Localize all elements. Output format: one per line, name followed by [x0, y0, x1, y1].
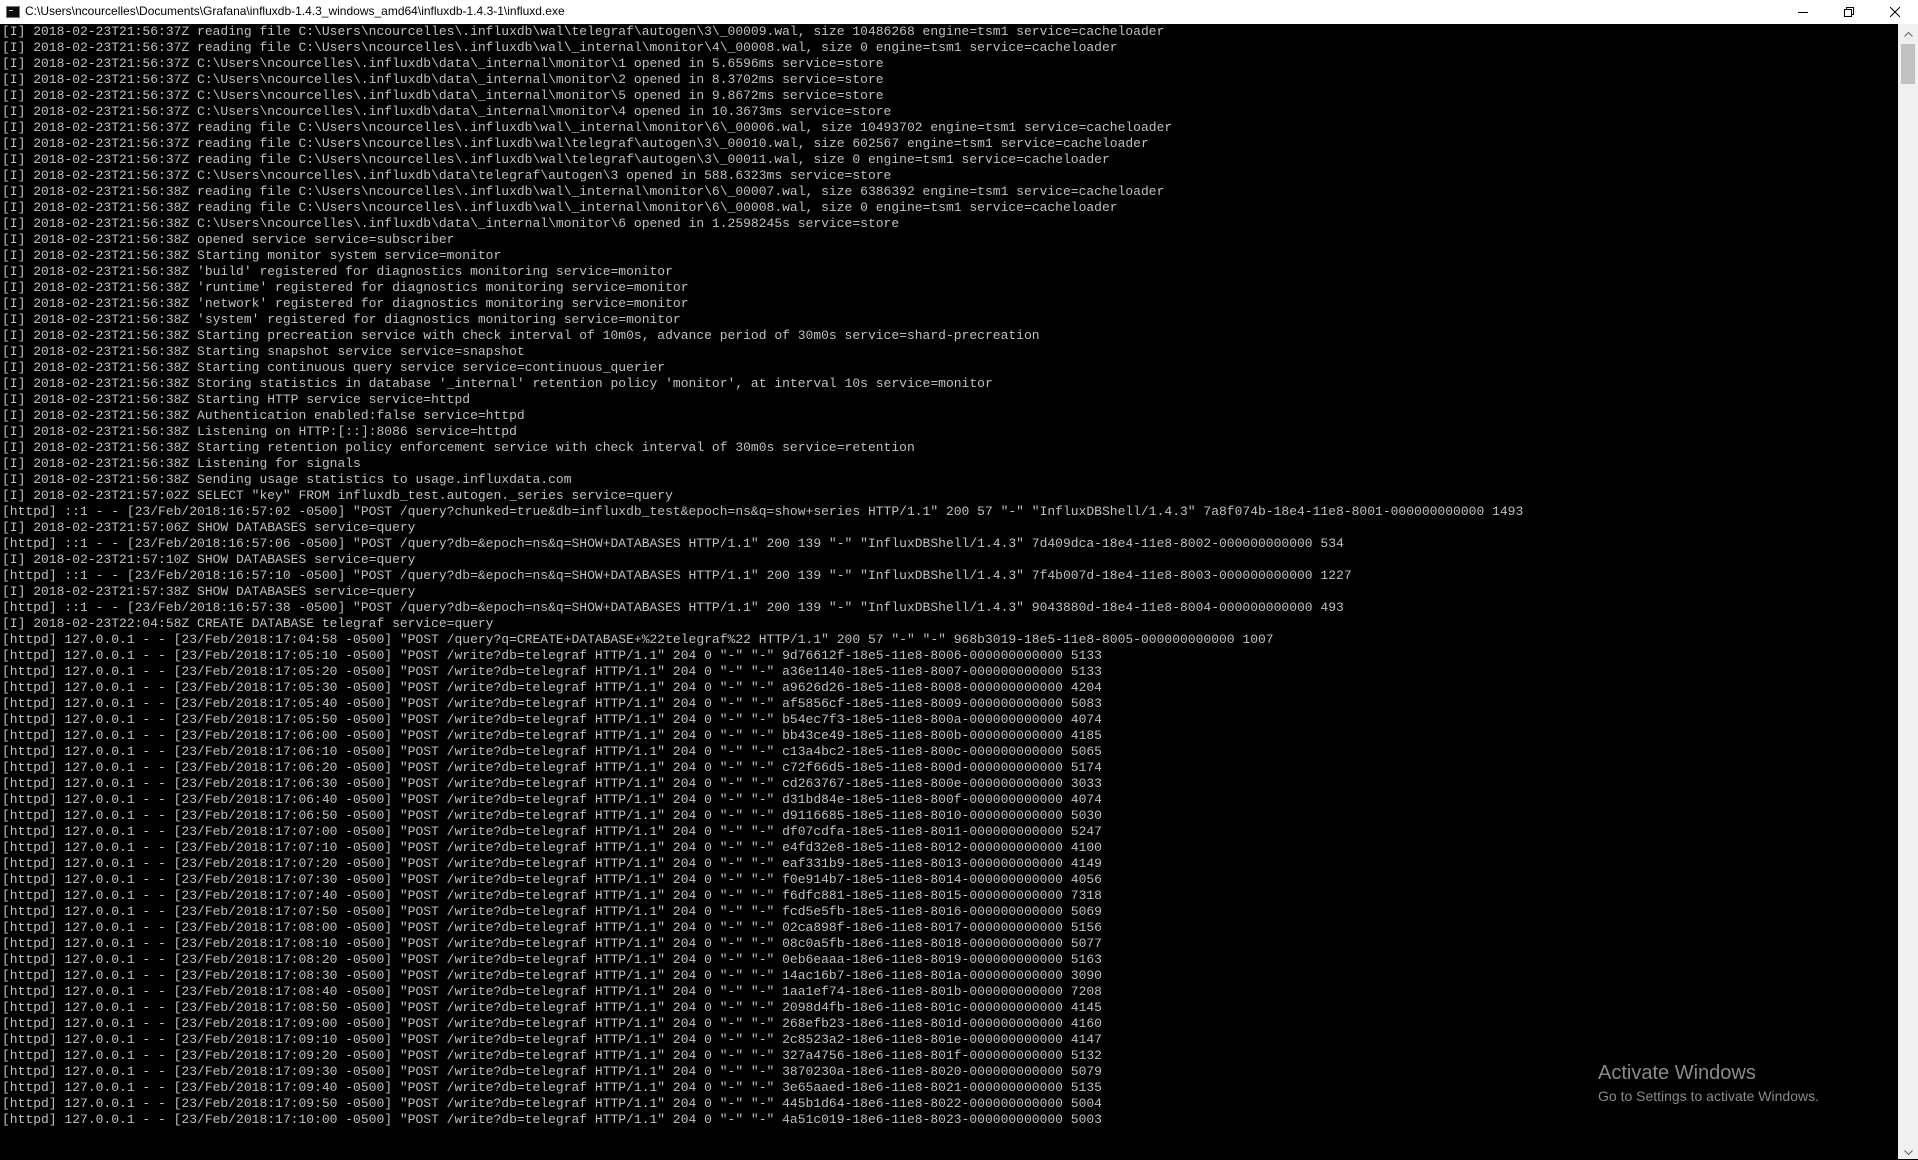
- log-line: [I] 2018-02-23T21:56:38Z Starting snapsh…: [2, 344, 525, 359]
- log-line: [I] 2018-02-23T21:56:38Z reading file C:…: [2, 200, 1118, 215]
- log-line: [I] 2018-02-23T21:56:38Z 'build' registe…: [2, 264, 673, 279]
- log-line: [I] 2018-02-23T21:57:38Z SHOW DATABASES …: [2, 584, 416, 599]
- log-line: [I] 2018-02-23T21:56:38Z Storing statist…: [2, 376, 993, 391]
- minimize-icon: [1798, 7, 1808, 17]
- log-line: [httpd] 127.0.0.1 - - [23/Feb/2018:17:07…: [2, 840, 1102, 855]
- scroll-up-arrow-icon: [1903, 24, 1913, 42]
- log-line: [I] 2018-02-23T21:56:37Z reading file C:…: [2, 24, 1165, 39]
- log-line: [httpd] 127.0.0.1 - - [23/Feb/2018:17:09…: [2, 1096, 1102, 1111]
- log-line: [httpd] 127.0.0.1 - - [23/Feb/2018:17:08…: [2, 952, 1102, 967]
- log-line: [I] 2018-02-23T21:56:37Z reading file C:…: [2, 40, 1118, 55]
- log-line: [httpd] 127.0.0.1 - - [23/Feb/2018:17:07…: [2, 824, 1102, 839]
- log-line: [I] 2018-02-23T21:56:37Z reading file C:…: [2, 152, 1110, 167]
- log-line: [I] 2018-02-23T21:56:38Z Sending usage s…: [2, 472, 572, 487]
- log-line: [httpd] 127.0.0.1 - - [23/Feb/2018:17:09…: [2, 1048, 1102, 1063]
- log-line: [I] 2018-02-23T21:57:02Z SELECT "key" FR…: [2, 488, 673, 503]
- log-line: [httpd] ::1 - - [23/Feb/2018:16:57:38 -0…: [2, 600, 1344, 615]
- scroll-down-arrow-icon: [1903, 1142, 1913, 1160]
- watermark-subtitle: Go to Settings to activate Windows.: [1598, 1088, 1819, 1104]
- log-line: [httpd] 127.0.0.1 - - [23/Feb/2018:17:06…: [2, 744, 1102, 759]
- log-line: [I] 2018-02-23T21:56:37Z reading file C:…: [2, 120, 1173, 135]
- log-line: [I] 2018-02-23T21:56:38Z C:\Users\ncourc…: [2, 216, 900, 231]
- log-line: [I] 2018-02-23T21:56:38Z Starting precre…: [2, 328, 1040, 343]
- log-line: [I] 2018-02-23T21:56:37Z C:\Users\ncourc…: [2, 56, 884, 71]
- log-line: [httpd] 127.0.0.1 - - [23/Feb/2018:17:05…: [2, 648, 1102, 663]
- log-line: [I] 2018-02-23T21:56:38Z Starting contin…: [2, 360, 666, 375]
- console-window: C:\Users\ncourcelles\Documents\Grafana\i…: [0, 0, 1918, 1159]
- watermark-title: Activate Windows: [1598, 1062, 1756, 1084]
- log-line: [I] 2018-02-23T21:56:38Z Listening on HT…: [2, 424, 517, 439]
- log-line: [httpd] 127.0.0.1 - - [23/Feb/2018:17:07…: [2, 888, 1102, 903]
- log-line: [httpd] 127.0.0.1 - - [23/Feb/2018:17:05…: [2, 712, 1102, 727]
- log-line: [httpd] 127.0.0.1 - - [23/Feb/2018:17:07…: [2, 904, 1102, 919]
- console-app-icon[interactable]: [6, 6, 20, 18]
- log-line: [httpd] ::1 - - [23/Feb/2018:16:57:10 -0…: [2, 568, 1352, 583]
- log-line: [I] 2018-02-23T21:56:38Z 'network' regis…: [2, 296, 689, 311]
- log-line: [httpd] 127.0.0.1 - - [23/Feb/2018:17:08…: [2, 984, 1102, 999]
- log-line: [I] 2018-02-23T21:56:38Z Starting HTTP s…: [2, 392, 471, 407]
- log-line: [httpd] 127.0.0.1 - - [23/Feb/2018:17:06…: [2, 776, 1102, 791]
- console-output[interactable]: [I] 2018-02-23T21:56:37Z reading file C:…: [0, 24, 1898, 1159]
- log-line: [I] 2018-02-23T21:57:10Z SHOW DATABASES …: [2, 552, 416, 567]
- log-line: [httpd] 127.0.0.1 - - [23/Feb/2018:17:09…: [2, 1032, 1102, 1047]
- log-line: [I] 2018-02-23T21:56:38Z Starting retent…: [2, 440, 915, 455]
- log-line: [I] 2018-02-23T21:56:38Z Starting monito…: [2, 248, 502, 263]
- log-line: [httpd] 127.0.0.1 - - [23/Feb/2018:17:05…: [2, 664, 1102, 679]
- scroll-down-button[interactable]: [1898, 1142, 1918, 1159]
- log-line: [I] 2018-02-23T21:56:37Z C:\Users\ncourc…: [2, 88, 884, 103]
- title-bar[interactable]: C:\Users\ncourcelles\Documents\Grafana\i…: [0, 0, 1918, 24]
- log-line: [I] 2018-02-23T21:56:38Z Listening for s…: [2, 456, 361, 471]
- window-title: C:\Users\ncourcelles\Documents\Grafana\i…: [25, 4, 565, 18]
- log-line: [httpd] 127.0.0.1 - - [23/Feb/2018:17:09…: [2, 1016, 1102, 1031]
- log-line: [httpd] 127.0.0.1 - - [23/Feb/2018:17:08…: [2, 968, 1102, 983]
- activate-windows-watermark: Activate Windows Go to Settings to activ…: [1598, 1060, 1819, 1106]
- restore-icon: [1844, 7, 1854, 17]
- log-line: [httpd] 127.0.0.1 - - [23/Feb/2018:17:08…: [2, 920, 1102, 935]
- log-line: [httpd] 127.0.0.1 - - [23/Feb/2018:17:07…: [2, 856, 1102, 871]
- close-button[interactable]: [1872, 0, 1918, 24]
- log-line: [I] 2018-02-23T21:56:38Z 'system' regist…: [2, 312, 681, 327]
- log-line: [httpd] 127.0.0.1 - - [23/Feb/2018:17:05…: [2, 696, 1102, 711]
- log-line: [I] 2018-02-23T22:04:58Z CREATE DATABASE…: [2, 616, 494, 631]
- log-line: [httpd] 127.0.0.1 - - [23/Feb/2018:17:06…: [2, 728, 1102, 743]
- log-line: [httpd] 127.0.0.1 - - [23/Feb/2018:17:06…: [2, 792, 1102, 807]
- log-line: [httpd] ::1 - - [23/Feb/2018:16:57:02 -0…: [2, 504, 1524, 519]
- log-line: [httpd] 127.0.0.1 - - [23/Feb/2018:17:07…: [2, 872, 1102, 887]
- log-line: [httpd] 127.0.0.1 - - [23/Feb/2018:17:05…: [2, 680, 1102, 695]
- log-line: [httpd] 127.0.0.1 - - [23/Feb/2018:17:08…: [2, 936, 1102, 951]
- restore-button[interactable]: [1826, 0, 1872, 24]
- log-lines: [I] 2018-02-23T21:56:37Z reading file C:…: [2, 24, 1523, 1128]
- scroll-up-button[interactable]: [1898, 24, 1918, 41]
- log-line: [httpd] 127.0.0.1 - - [23/Feb/2018:17:09…: [2, 1080, 1102, 1095]
- log-line: [httpd] ::1 - - [23/Feb/2018:16:57:06 -0…: [2, 536, 1344, 551]
- log-line: [I] 2018-02-23T21:56:37Z C:\Users\ncourc…: [2, 72, 884, 87]
- scrollbar-thumb[interactable]: [1901, 44, 1915, 84]
- log-line: [I] 2018-02-23T21:56:37Z C:\Users\ncourc…: [2, 168, 892, 183]
- log-line: [I] 2018-02-23T21:56:38Z Authentication …: [2, 408, 525, 423]
- close-icon: [1890, 7, 1900, 17]
- log-line: [I] 2018-02-23T21:57:06Z SHOW DATABASES …: [2, 520, 416, 535]
- vertical-scrollbar[interactable]: [1898, 24, 1918, 1159]
- log-line: [httpd] 127.0.0.1 - - [23/Feb/2018:17:04…: [2, 632, 1274, 647]
- log-line: [I] 2018-02-23T21:56:38Z 'runtime' regis…: [2, 280, 689, 295]
- log-line: [I] 2018-02-23T21:56:38Z opened service …: [2, 232, 455, 247]
- log-line: [httpd] 127.0.0.1 - - [23/Feb/2018:17:08…: [2, 1000, 1102, 1015]
- log-line: [httpd] 127.0.0.1 - - [23/Feb/2018:17:09…: [2, 1064, 1102, 1079]
- log-line: [httpd] 127.0.0.1 - - [23/Feb/2018:17:10…: [2, 1112, 1102, 1127]
- minimize-button[interactable]: [1780, 0, 1826, 24]
- log-line: [I] 2018-02-23T21:56:38Z reading file C:…: [2, 184, 1165, 199]
- log-line: [I] 2018-02-23T21:56:37Z C:\Users\ncourc…: [2, 104, 892, 119]
- log-line: [httpd] 127.0.0.1 - - [23/Feb/2018:17:06…: [2, 760, 1102, 775]
- log-line: [I] 2018-02-23T21:56:37Z reading file C:…: [2, 136, 1149, 151]
- log-line: [httpd] 127.0.0.1 - - [23/Feb/2018:17:06…: [2, 808, 1102, 823]
